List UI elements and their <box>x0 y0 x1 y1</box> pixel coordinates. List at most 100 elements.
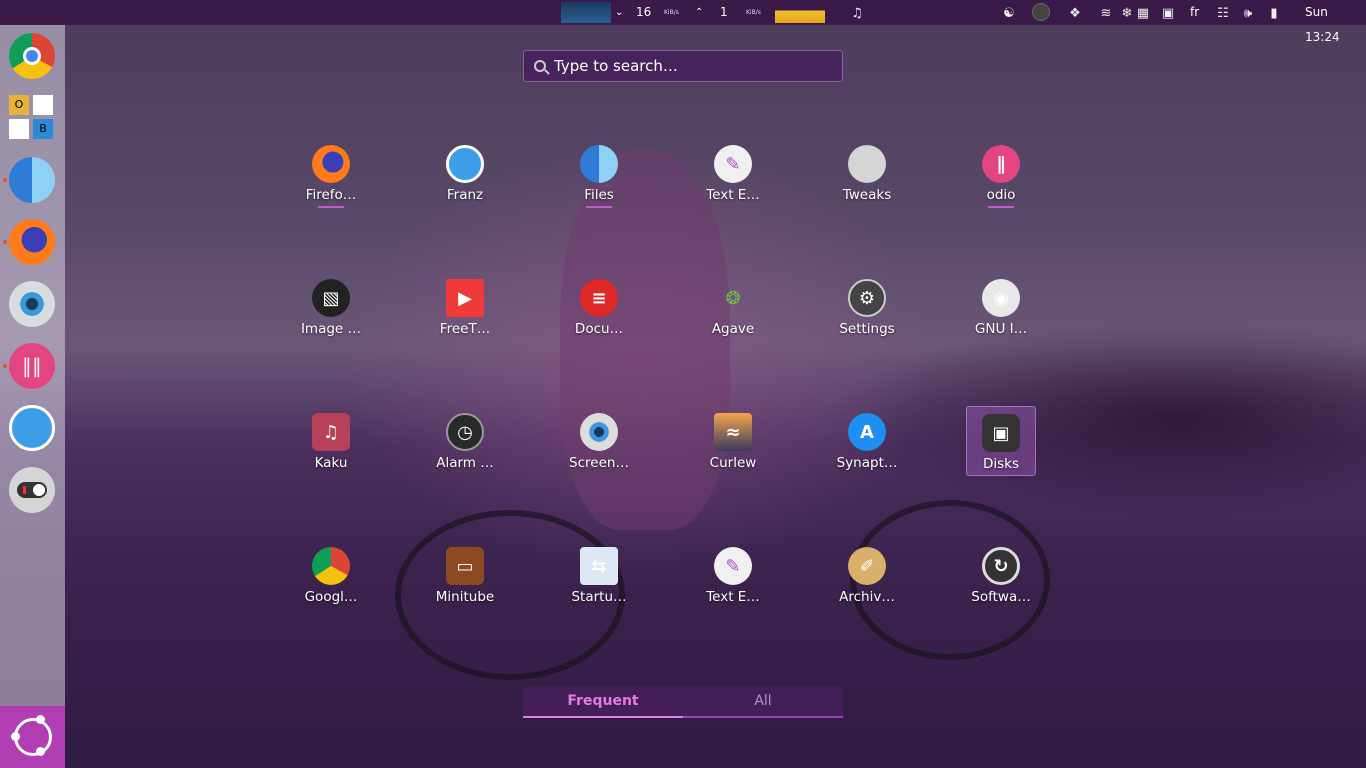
search-input[interactable] <box>554 57 824 75</box>
tab-all[interactable]: All <box>683 687 843 716</box>
app-tile[interactable]: ↻ Softwa… <box>966 540 1036 610</box>
app-tile[interactable]: A Synapt… <box>832 406 902 476</box>
launcher: O B ∥∥ <box>0 25 65 768</box>
app-label: Tweaks <box>842 187 892 203</box>
app-tile[interactable]: ♫ Kaku <box>296 406 366 476</box>
app-label: Screen… <box>569 455 629 471</box>
app-tile[interactable]: ≡ Docu… <box>564 272 634 342</box>
cpu-graph <box>775 2 825 23</box>
chrome-icon <box>312 547 350 585</box>
app-tile[interactable]: ▶ FreeT… <box>430 272 500 342</box>
top-panel: ⌄ 16 KiB/s ⌃ 1 KiB/s ♫ ☯ ❖ ≋ ❄ ▦ ▣ fr ☷ … <box>0 0 1366 44</box>
sound-settings-icon[interactable]: ☯ <box>1001 5 1017 21</box>
app-label: Softwa… <box>971 589 1031 605</box>
download-unit: KiB/s <box>664 9 679 16</box>
launcher-files-icon[interactable] <box>9 157 55 203</box>
playlist-icon[interactable]: ♫ <box>849 5 865 21</box>
app-tile[interactable]: ▧ Image … <box>296 272 366 342</box>
app-tile[interactable]: Files <box>564 138 634 208</box>
keyboard-layout[interactable]: fr <box>1190 0 1199 25</box>
battery-icon[interactable]: ▮ <box>1266 5 1282 21</box>
app-tile[interactable]: Franz <box>430 138 500 208</box>
app-label: Curlew <box>709 455 757 471</box>
upload-arrow-icon: ⌃ <box>695 7 704 18</box>
app-label: Settings <box>839 321 895 337</box>
app-tile[interactable]: ◉ GNU I… <box>966 272 1036 342</box>
network-icon[interactable]: ☷ <box>1215 5 1231 21</box>
launcher-odio-icon[interactable]: ∥∥ <box>9 343 55 389</box>
document-viewer-icon: ≡ <box>580 279 618 317</box>
audio-wave-icon[interactable]: ≋ <box>1098 5 1114 21</box>
kaku-icon: ♫ <box>312 413 350 451</box>
alarm-clock-icon: ◷ <box>446 413 484 451</box>
launcher-firefox-icon[interactable] <box>9 219 55 265</box>
dropbox-icon[interactable]: ❖ <box>1067 5 1083 21</box>
firefox-icon <box>312 145 350 183</box>
text-editor-icon: ✎ <box>714 547 752 585</box>
running-indicator <box>3 364 7 368</box>
app-label: Startu… <box>571 589 627 605</box>
text-editor-icon: ✎ <box>714 145 752 183</box>
view-tabs: Frequent All <box>523 687 843 718</box>
app-tile[interactable]: ◷ Alarm … <box>430 406 500 476</box>
launcher-chrome-icon[interactable] <box>9 33 55 79</box>
app-label: Alarm … <box>436 455 494 471</box>
app-label: Minitube <box>435 589 495 605</box>
app-tile[interactable]: ⇆ Startu… <box>564 540 634 610</box>
search-icon <box>534 60 546 72</box>
app-label: Synapt… <box>836 455 898 471</box>
app-tile[interactable]: Googl… <box>296 540 366 610</box>
app-label: Franz <box>446 187 484 203</box>
volume-icon[interactable]: 🕪 <box>1240 5 1256 21</box>
app-tile[interactable]: ✐ Archiv… <box>832 540 902 610</box>
tweaks-icon <box>848 145 886 183</box>
libreoffice-b-glyph: B <box>33 119 53 139</box>
app-label: Agave <box>711 321 755 337</box>
clock-label[interactable]: Sun 13:24 <box>1305 0 1366 44</box>
app-label: Archiv… <box>839 589 895 605</box>
app-tile[interactable]: Firefo… <box>296 138 366 208</box>
app-label: Image … <box>300 321 362 337</box>
tab-frequent[interactable]: Frequent <box>523 687 683 718</box>
startup-apps-icon: ⇆ <box>580 547 618 585</box>
launcher-screenshot-icon[interactable] <box>9 281 55 327</box>
app-tile[interactable]: ⚙ Settings <box>832 272 902 342</box>
upload-unit: KiB/s <box>746 9 761 16</box>
launcher-tweaks-icon[interactable] <box>9 467 55 513</box>
software-updater-icon: ↻ <box>982 547 1020 585</box>
app-label: Text E… <box>706 187 760 203</box>
app-label: odio <box>986 187 1016 203</box>
screenshot-tray-icon[interactable]: ▣ <box>1160 5 1176 21</box>
app-tile[interactable]: ✎ Text E… <box>698 540 768 610</box>
curlew-icon: ≈ <box>714 413 752 451</box>
app-tile[interactable]: ∥ odio <box>966 138 1036 208</box>
app-tile[interactable]: ❂ Agave <box>698 272 768 342</box>
app-tile[interactable]: ≈ Curlew <box>698 406 768 476</box>
clock-indicator-icon[interactable] <box>1032 3 1050 21</box>
odio-icon: ∥ <box>982 145 1020 183</box>
search-bar[interactable] <box>523 50 843 82</box>
app-tile[interactable]: ▣ Disks <box>966 406 1036 476</box>
app-label: GNU I… <box>974 321 1028 337</box>
agave-icon: ❂ <box>725 287 741 309</box>
running-indicator <box>3 240 7 244</box>
launcher-franz-icon[interactable] <box>9 405 55 451</box>
archive-manager-icon: ✐ <box>848 547 886 585</box>
settings-icon: ⚙ <box>848 279 886 317</box>
qr-code-icon[interactable]: ▦ <box>1135 5 1151 21</box>
files-icon <box>580 145 618 183</box>
app-tile[interactable]: ▭ Minitube <box>430 540 500 610</box>
freetube-icon: ▶ <box>446 279 484 317</box>
app-label: FreeT… <box>439 321 491 337</box>
running-indicator <box>988 206 1014 208</box>
launcher-libreoffice-icon[interactable]: O B <box>9 95 55 141</box>
app-tile[interactable]: Tweaks <box>832 138 902 208</box>
download-arrow-icon: ⌄ <box>615 7 624 18</box>
gimp-icon: ◉ <box>982 279 1020 317</box>
snowflake-icon[interactable]: ❄ <box>1119 5 1135 21</box>
running-indicator <box>3 178 7 182</box>
network-graph <box>561 2 611 23</box>
app-tile[interactable]: ✎ Text E… <box>698 138 768 208</box>
app-tile[interactable]: Screen… <box>564 406 634 476</box>
dash-home-button[interactable] <box>0 706 65 768</box>
